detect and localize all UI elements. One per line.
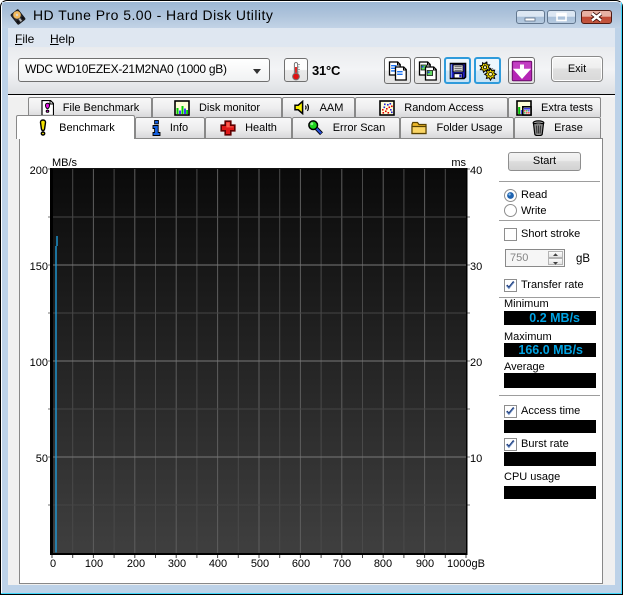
svg-text:ms: ms: [451, 157, 466, 169]
svg-text:300: 300: [168, 558, 186, 570]
svg-text:200: 200: [127, 558, 145, 570]
svg-text:800: 800: [374, 558, 392, 570]
svg-text:900: 900: [416, 558, 434, 570]
svg-text:400: 400: [209, 558, 227, 570]
svg-text:500: 500: [251, 558, 269, 570]
svg-text:200: 200: [30, 165, 48, 177]
svg-text:100: 100: [30, 357, 48, 369]
svg-text:50: 50: [36, 453, 48, 465]
svg-text:100: 100: [85, 558, 103, 570]
svg-text:20: 20: [470, 357, 482, 369]
svg-text:40: 40: [470, 165, 482, 177]
svg-text:150: 150: [30, 261, 48, 273]
svg-text:30: 30: [470, 261, 482, 273]
svg-text:MB/s: MB/s: [52, 157, 78, 169]
svg-text:700: 700: [333, 558, 351, 570]
svg-text:10: 10: [470, 453, 482, 465]
svg-text:600: 600: [292, 558, 310, 570]
svg-text:1000gB: 1000gB: [447, 558, 485, 570]
svg-text:0: 0: [50, 558, 56, 570]
